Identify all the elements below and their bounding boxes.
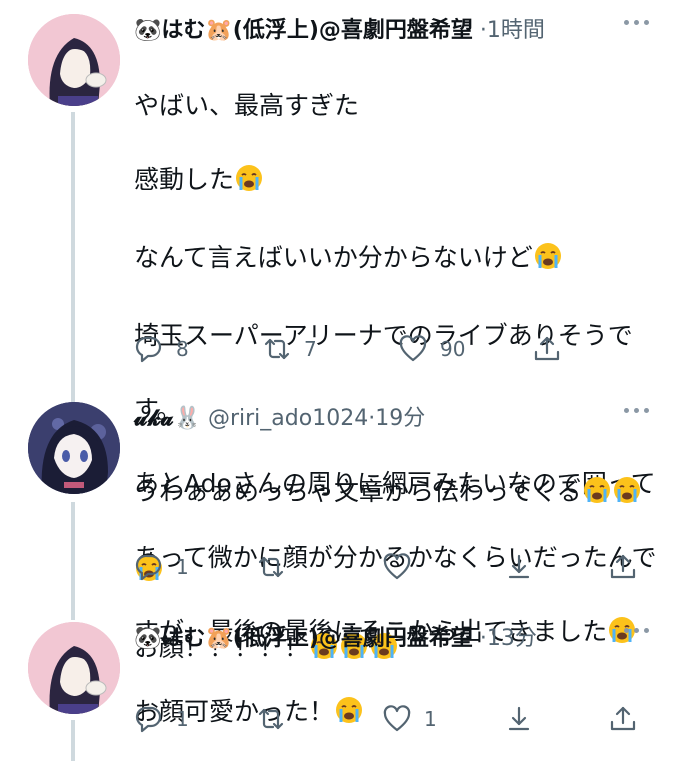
avatar-illustration [28, 14, 120, 106]
display-name[interactable]: 🐼はむ🐹(低浮上)@喜劇円盤希望 [134, 18, 473, 43]
retweet-button[interactable]: 7 [262, 332, 317, 366]
tweet-actions: 1 1 [134, 702, 654, 736]
reply-icon [135, 554, 162, 581]
share-button[interactable] [608, 550, 638, 584]
display-name[interactable]: 🐼はむ🐹(低浮上)@喜劇円盤希望 [134, 626, 473, 651]
retweet-button[interactable] [256, 550, 286, 584]
crying-face-emoji [613, 476, 641, 514]
avatar[interactable] [28, 622, 120, 714]
reply-count: 8 [176, 337, 189, 361]
bookmark-icon [508, 554, 530, 579]
bookmark-button[interactable] [504, 702, 534, 736]
reply-icon [135, 706, 162, 733]
separator-dot: · [479, 626, 487, 651]
tweet-3[interactable]: 🐼はむ🐹(低浮上)@喜劇円盤希望 ·13分 お顔可愛かった！ 1 1 [0, 622, 680, 761]
tweet-line: うわぁぁめっちゃ文章から伝わってくる [134, 473, 664, 514]
bookmark-icon [508, 706, 530, 731]
avatar-illustration [28, 622, 120, 714]
tweet-header: 𝓾𝓴𝓪🐰 @riri_ado1024·19分 [134, 402, 425, 436]
crying-face-emoji [235, 164, 263, 202]
bookmark-button[interactable] [504, 550, 534, 584]
timestamp[interactable]: 19分 [375, 406, 425, 431]
retweet-button[interactable] [256, 702, 286, 736]
timestamp[interactable]: 13分 [487, 626, 537, 651]
avatar[interactable] [28, 402, 120, 494]
crying-face-emoji [583, 476, 611, 514]
avatar-illustration [28, 402, 120, 494]
display-name[interactable]: 𝓾𝓴𝓪🐰 [134, 406, 201, 431]
more-options-icon[interactable] [624, 20, 649, 25]
tweet-actions: 1 [134, 550, 654, 584]
heart-icon [399, 335, 427, 362]
reply-count: 1 [176, 555, 189, 579]
reply-button[interactable]: 1 [134, 550, 189, 584]
tweet-line: やばい、最高すぎた [134, 91, 360, 120]
reply-icon [135, 336, 162, 363]
share-icon [610, 554, 636, 579]
retweet-count: 7 [304, 337, 317, 361]
tweet-header: 🐼はむ🐹(低浮上)@喜劇円盤希望 ·13分 [134, 622, 537, 656]
share-button[interactable] [608, 702, 638, 736]
reply-button[interactable]: 8 [134, 332, 189, 366]
tweet-line: なんて言えばいいか分からないけど [134, 239, 664, 280]
crying-face-emoji [534, 242, 562, 280]
tweet-2[interactable]: 𝓾𝓴𝓪🐰 @riri_ado1024·19分 うわぁぁめっちゃ文章から伝わってく… [0, 402, 680, 662]
more-options-icon[interactable] [624, 408, 649, 413]
tweet-header: 🐼はむ🐹(低浮上)@喜劇円盤希望 ·1時間 [134, 14, 545, 48]
heart-icon [383, 553, 411, 580]
user-handle[interactable]: @riri_ado1024 [208, 406, 368, 431]
share-icon [610, 706, 636, 731]
like-button[interactable] [382, 550, 412, 584]
retweet-icon [264, 338, 290, 360]
reply-button[interactable]: 1 [134, 702, 189, 736]
separator-dot: · [479, 18, 487, 43]
heart-icon [383, 705, 411, 732]
tweet-line: 感動した [134, 161, 664, 202]
like-count: 1 [424, 707, 437, 731]
avatar[interactable] [28, 14, 120, 106]
like-button[interactable]: 90 [398, 332, 465, 366]
share-icon [534, 336, 560, 361]
retweet-icon [258, 556, 284, 578]
share-button[interactable] [532, 332, 562, 366]
reply-count: 1 [176, 707, 189, 731]
like-count: 90 [440, 337, 466, 361]
like-button[interactable]: 1 [382, 702, 437, 736]
tweet-actions: 8 7 90 [134, 332, 654, 366]
retweet-icon [258, 708, 284, 730]
tweet-1[interactable]: 🐼はむ🐹(低浮上)@喜劇円盤希望 ·1時間 やばい、最高すぎた 感動した なんて… [0, 14, 680, 646]
timestamp[interactable]: 1時間 [487, 18, 545, 43]
more-options-icon[interactable] [624, 628, 649, 633]
